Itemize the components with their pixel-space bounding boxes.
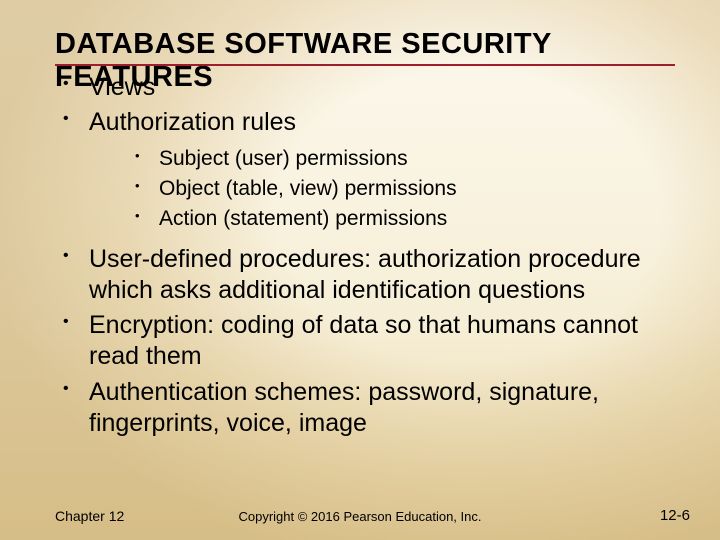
bullet-text: Authentication schemes: password, signat…	[89, 378, 599, 437]
sub-bullet-list: Subject (user) permissions Object (table…	[89, 145, 690, 234]
bullet-text: Views	[89, 73, 155, 101]
bullet-list: Views Authorization rules Subject (user)…	[55, 72, 690, 439]
list-item: Encryption: coding of data so that human…	[55, 310, 690, 373]
list-item: Object (table, view) permissions	[89, 175, 690, 203]
list-item: Subject (user) permissions	[89, 145, 690, 173]
list-item: Authentication schemes: password, signat…	[55, 377, 690, 440]
list-item: User-defined procedures: authorization p…	[55, 244, 690, 307]
bullet-text: User-defined procedures: authorization p…	[89, 245, 641, 304]
slide-body: Views Authorization rules Subject (user)…	[55, 72, 690, 443]
bullet-text: Authorization rules	[89, 108, 296, 136]
footer-page-number: 12-6	[660, 507, 690, 524]
title-underline	[55, 64, 675, 66]
bullet-text: Subject (user) permissions	[159, 147, 408, 170]
list-item: Action (statement) permissions	[89, 205, 690, 233]
list-item: Authorization rules Subject (user) permi…	[55, 107, 690, 233]
footer-copyright: Copyright © 2016 Pearson Education, Inc.	[0, 509, 720, 524]
bullet-text: Action (statement) permissions	[159, 207, 447, 230]
list-item: Views	[55, 72, 690, 103]
bullet-text: Encryption: coding of data so that human…	[89, 311, 638, 370]
bullet-text: Object (table, view) permissions	[159, 177, 457, 200]
slide: DATABASE SOFTWARE SECURITY FEATURES View…	[0, 0, 720, 540]
